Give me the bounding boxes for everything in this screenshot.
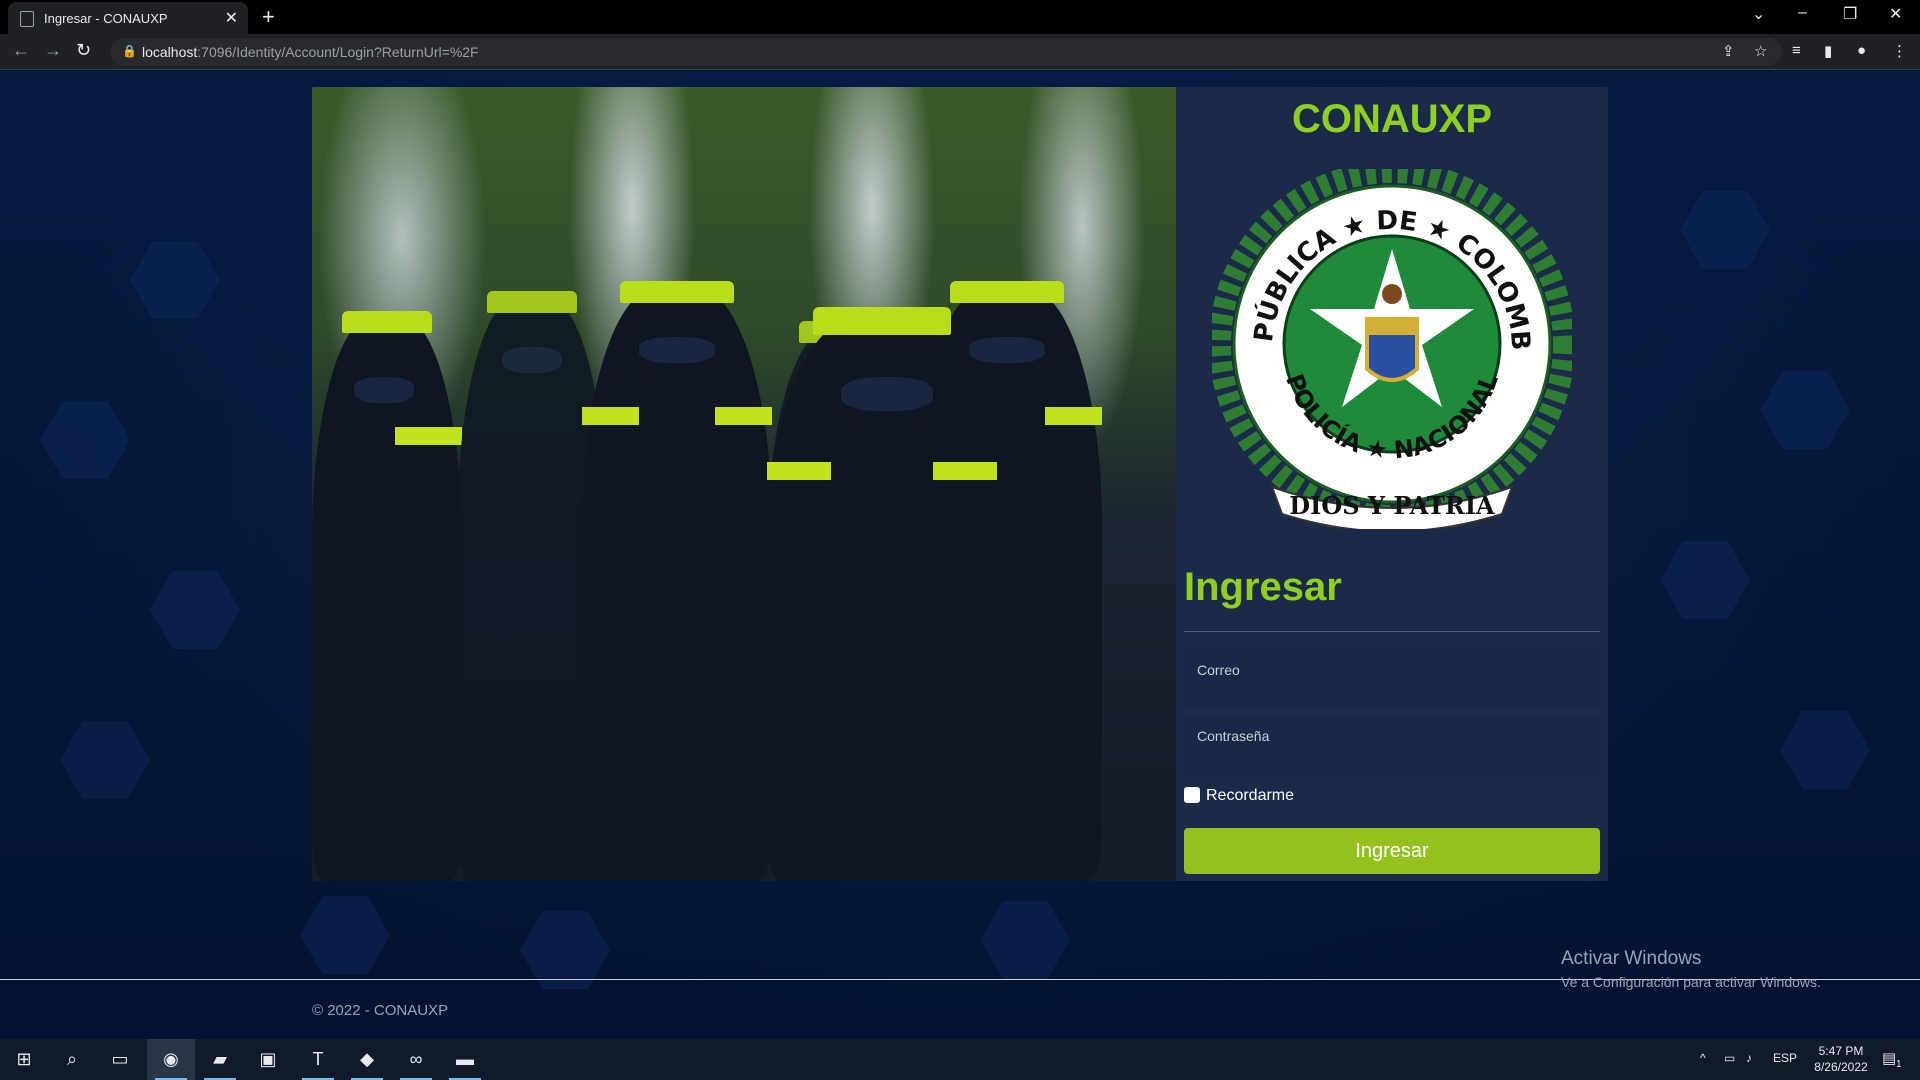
- hexagon-decoration: [300, 896, 390, 974]
- windows-start-icon[interactable]: ⊞: [0, 1039, 48, 1080]
- remember-checkbox[interactable]: [1184, 787, 1200, 803]
- teams-icon[interactable]: T: [294, 1039, 342, 1080]
- language-indicator[interactable]: ESP: [1773, 1051, 1797, 1065]
- clock-time: 5:47 PM: [1818, 1044, 1864, 1058]
- notifications-icon[interactable]: ▤: [1882, 1049, 1896, 1067]
- tab-search-chevron-icon[interactable]: ⌄: [1752, 4, 1765, 24]
- reload-icon[interactable]: ↻: [76, 40, 91, 61]
- forward-icon[interactable]: →: [44, 40, 62, 61]
- tab-close-icon[interactable]: ✕: [225, 8, 238, 28]
- hexagon-decoration: [130, 241, 220, 319]
- watermark-subtitle: Ve a Configuración para activar Windows.: [1561, 974, 1821, 990]
- system-clock[interactable]: 5:47 PM 8/26/2022: [1806, 1043, 1876, 1075]
- browser-tab[interactable]: Ingresar - CONAUXP ✕: [8, 2, 248, 34]
- watermark-title: Activar Windows: [1561, 948, 1702, 969]
- brand-title: CONAUXP: [1291, 97, 1493, 141]
- page-favicon-icon: [20, 11, 34, 27]
- page-background: CONAUXP REPÚBLICA ★ DE ★ COLOMBIA POLICÍ…: [0, 71, 1920, 1039]
- star-icon[interactable]: ☆: [1754, 42, 1767, 60]
- policia-nacional-seal-icon: REPÚBLICA ★ DE ★ COLOMBIA POLICÍA ★ NACI…: [1212, 169, 1572, 529]
- search-icon[interactable]: ⌕: [48, 1039, 96, 1080]
- hexagon-decoration: [60, 721, 150, 799]
- officer-figure: [312, 311, 462, 881]
- browser-toolbar: ← → ↻ 🔒 localhost:7096/Identity/Account/…: [0, 34, 1920, 70]
- windows-taskbar: ⊞ ⌕ ▭ ◉ ▰ ▣ T ◆ ∞ ▬ ^ ▭ ♪ ESP 5:47 PM 8/…: [0, 1039, 1920, 1080]
- password-input[interactable]: [1184, 716, 1600, 774]
- sidepanel-icon[interactable]: ▮: [1824, 42, 1832, 60]
- clock-date: 8/26/2022: [1814, 1060, 1868, 1074]
- email-input[interactable]: [1184, 650, 1600, 708]
- visual-studio-icon[interactable]: ∞: [392, 1039, 440, 1080]
- hexagon-decoration: [1680, 191, 1770, 269]
- file-explorer-icon[interactable]: ▰: [196, 1039, 244, 1080]
- notification-count: 1: [1896, 1059, 1902, 1070]
- lock-icon[interactable]: 🔒: [122, 44, 137, 58]
- media-icon[interactable]: ≡: [1792, 42, 1801, 59]
- store-icon[interactable]: ▣: [244, 1039, 292, 1080]
- password-field[interactable]: Contraseña: [1184, 716, 1600, 774]
- restore-icon[interactable]: ❐: [1843, 4, 1857, 24]
- profile-icon[interactable]: ●: [1857, 42, 1866, 59]
- task-view-icon[interactable]: ▭: [96, 1039, 144, 1080]
- remember-label[interactable]: Recordarme: [1206, 787, 1294, 805]
- officer-figure: [582, 281, 772, 881]
- hexagon-decoration: [1660, 541, 1750, 619]
- menu-icon[interactable]: ⋮: [1892, 42, 1907, 60]
- heading-divider: [1184, 631, 1600, 632]
- hexagon-decoration: [980, 901, 1070, 979]
- terminal-icon[interactable]: ▬: [441, 1039, 489, 1080]
- seal-motto: DIOS Y PATRIA: [1289, 491, 1495, 520]
- hexagon-decoration: [1780, 711, 1870, 789]
- tab-title: Ingresar - CONAUXP: [44, 11, 168, 26]
- address-bar[interactable]: 🔒 localhost:7096/Identity/Account/Login?…: [110, 38, 1782, 66]
- share-icon[interactable]: ⇪: [1722, 42, 1735, 60]
- login-panel: CONAUXP REPÚBLICA ★ DE ★ COLOMBIA POLICÍ…: [1176, 87, 1608, 881]
- browser-tab-bar: Ingresar - CONAUXP ✕ + ⌄ – ❐ ✕: [0, 0, 1920, 34]
- minimize-icon[interactable]: –: [1798, 4, 1807, 22]
- officer-figure-foreground: [767, 307, 997, 881]
- back-icon[interactable]: ←: [12, 40, 30, 61]
- network-icon[interactable]: ▭: [1724, 1051, 1735, 1065]
- email-field[interactable]: Correo: [1184, 650, 1600, 708]
- hexagon-decoration: [1760, 371, 1850, 449]
- window-close-icon[interactable]: ✕: [1889, 4, 1902, 24]
- hexagon-decoration: [40, 401, 130, 479]
- chrome-icon[interactable]: ◉: [147, 1039, 195, 1080]
- address-url[interactable]: localhost:7096/Identity/Account/Login?Re…: [142, 44, 479, 60]
- activate-windows-watermark: Activar Windows Ve a Configuración para …: [1561, 948, 1821, 990]
- police-officers-photo: [312, 87, 1176, 881]
- hexagon-decoration: [520, 911, 610, 989]
- footer-copyright: © 2022 - CONAUXP: [312, 1002, 449, 1019]
- volume-icon[interactable]: ♪: [1746, 1051, 1752, 1065]
- hexagon-decoration: [150, 571, 240, 649]
- login-card: CONAUXP REPÚBLICA ★ DE ★ COLOMBIA POLICÍ…: [312, 87, 1608, 881]
- tray-overflow-icon[interactable]: ^: [1700, 1051, 1706, 1065]
- login-heading: Ingresar: [1184, 565, 1342, 609]
- new-tab-button[interactable]: +: [262, 4, 275, 30]
- vscode-icon[interactable]: ◆: [343, 1039, 391, 1080]
- login-submit-button[interactable]: Ingresar: [1184, 828, 1600, 874]
